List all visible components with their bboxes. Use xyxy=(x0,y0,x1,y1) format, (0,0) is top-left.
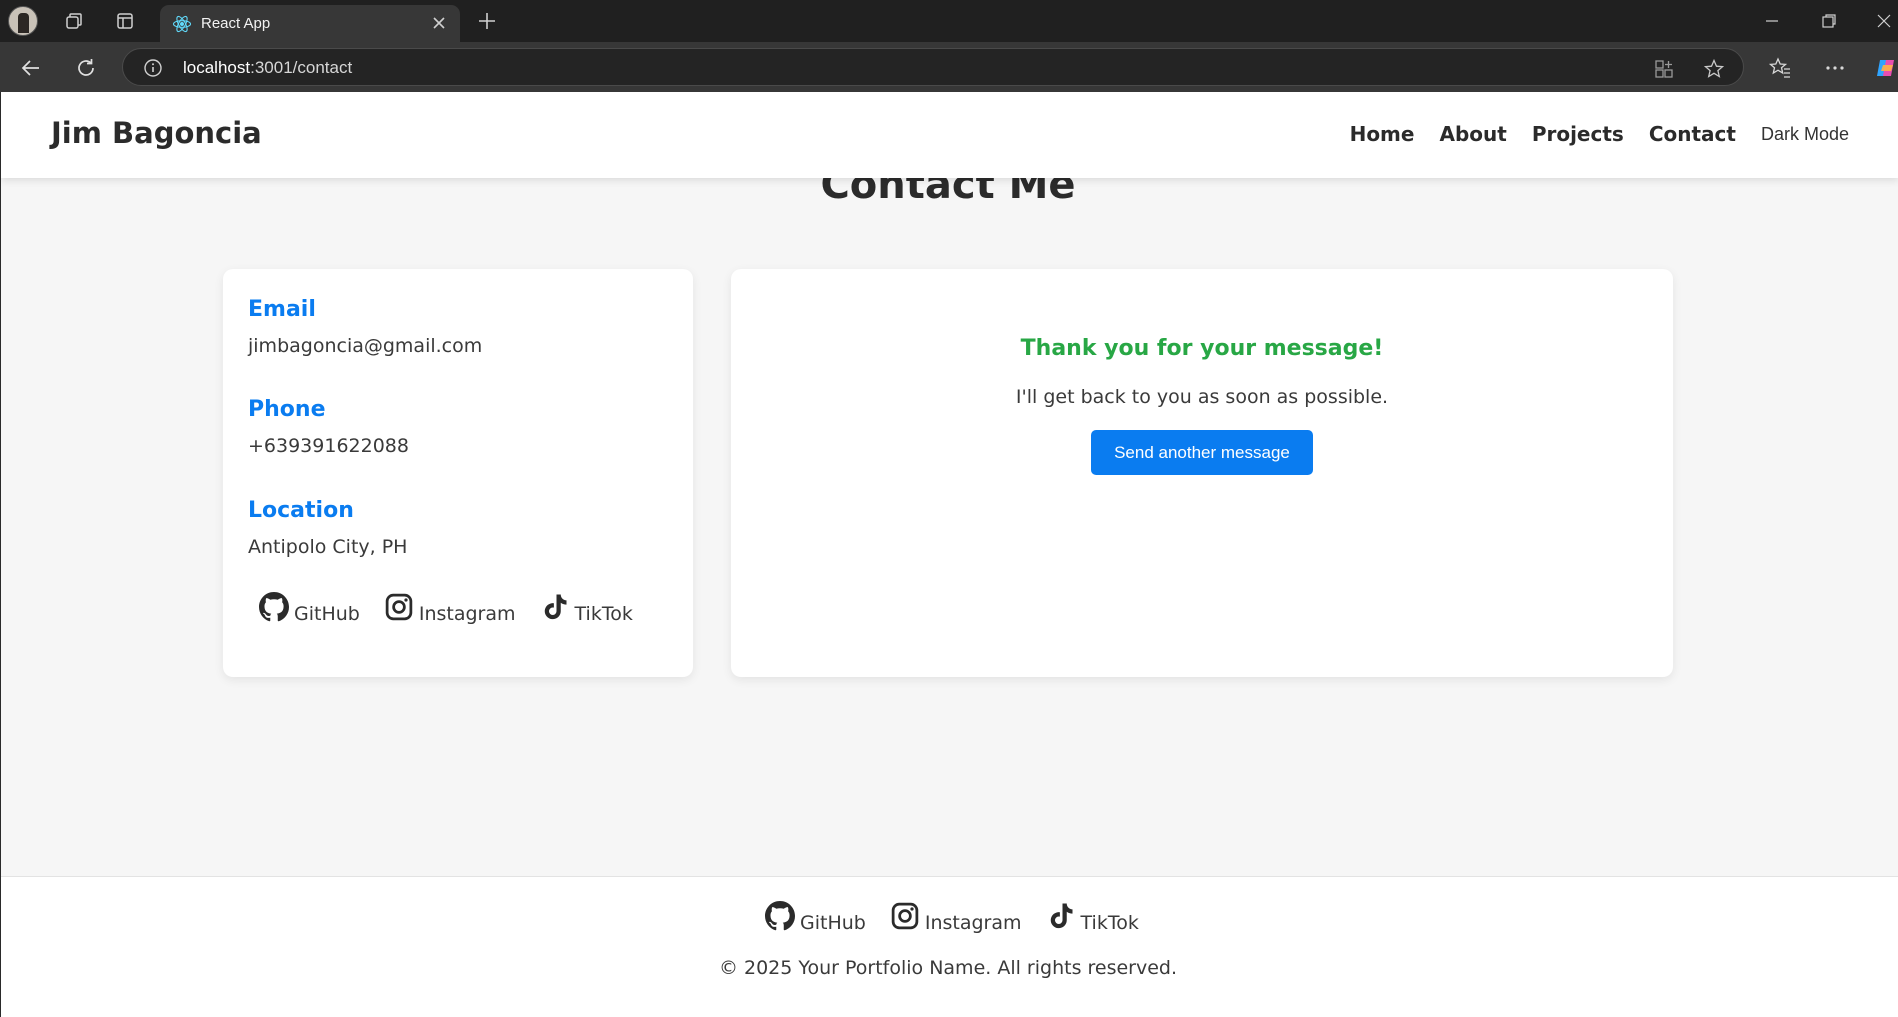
nav-links: Home About Projects Contact Dark Mode xyxy=(1325,122,1849,146)
new-tab-icon[interactable] xyxy=(474,8,500,34)
favorite-star-icon[interactable] xyxy=(1703,58,1725,80)
location-value: Antipolo City, PH xyxy=(248,536,408,558)
site-footer: GitHub Instagram TikTok © 2025 Your Port… xyxy=(1,876,1898,1017)
github-icon xyxy=(259,592,289,622)
favorites-icon[interactable] xyxy=(1768,56,1792,80)
instagram-label: Instagram xyxy=(418,603,516,625)
url-text: localhost:3001/contact xyxy=(183,58,353,77)
tab-title: React App xyxy=(201,15,271,32)
email-block: Email jimbagoncia@gmail.com xyxy=(248,297,482,357)
github-link[interactable]: GitHub xyxy=(259,592,360,625)
tab-actions-icon[interactable] xyxy=(111,7,139,35)
footer-github-link[interactable]: GitHub xyxy=(765,901,866,934)
minimize-icon[interactable] xyxy=(1762,11,1782,31)
site-info-icon[interactable] xyxy=(143,58,163,78)
refresh-icon[interactable] xyxy=(73,55,99,81)
workspaces-icon[interactable] xyxy=(60,7,88,35)
thanks-heading: Thank you for your message! xyxy=(1020,336,1384,361)
phone-block: Phone +639391622088 xyxy=(248,397,409,457)
copilot-icon[interactable] xyxy=(1874,56,1898,80)
profile-avatar[interactable] xyxy=(8,6,38,36)
footer-tiktok-link[interactable]: TikTok xyxy=(1046,901,1139,934)
location-block: Location Antipolo City, PH xyxy=(248,498,407,558)
footer-instagram-link[interactable]: Instagram xyxy=(890,901,1022,934)
email-heading: Email xyxy=(248,297,316,322)
contact-social-links: GitHub Instagram TikTok xyxy=(259,592,633,625)
restore-icon[interactable] xyxy=(1819,11,1839,31)
footer-tiktok-label: TikTok xyxy=(1080,912,1139,934)
browser-tab-strip: React App xyxy=(0,0,1898,42)
nav-link-projects[interactable]: Projects xyxy=(1532,122,1624,146)
copyright-text: © 2025 Your Portfolio Name. All rights r… xyxy=(718,957,1178,979)
tiktok-link[interactable]: TikTok xyxy=(540,592,633,625)
close-window-icon[interactable] xyxy=(1874,11,1894,31)
tiktok-label: TikTok xyxy=(574,603,633,625)
tiktok-icon xyxy=(1050,903,1073,929)
site-brand[interactable]: Jim Bagoncia xyxy=(51,116,262,150)
address-bar-row: localhost:3001/contact xyxy=(0,42,1898,92)
active-tab[interactable]: React App xyxy=(160,5,460,42)
page-viewport: Contact Me Jim Bagoncia Home About Proje… xyxy=(0,92,1898,1017)
site-navbar: Jim Bagoncia Home About Projects Contact… xyxy=(1,92,1898,178)
github-label: GitHub xyxy=(294,603,360,625)
phone-heading: Phone xyxy=(248,397,326,422)
react-favicon-icon xyxy=(172,15,192,33)
instagram-link[interactable]: Instagram xyxy=(384,592,516,625)
url-input[interactable]: localhost:3001/contact xyxy=(122,48,1744,86)
instagram-icon xyxy=(385,593,413,621)
instagram-icon xyxy=(891,902,919,930)
footer-github-label: GitHub xyxy=(800,912,866,934)
send-another-message-button[interactable]: Send another message xyxy=(1091,430,1313,475)
phone-value: +639391622088 xyxy=(248,435,409,457)
back-icon[interactable] xyxy=(18,55,44,81)
more-options-icon[interactable] xyxy=(1823,56,1847,80)
close-tab-icon[interactable] xyxy=(430,14,448,32)
nav-link-contact[interactable]: Contact xyxy=(1649,122,1736,146)
nav-link-about[interactable]: About xyxy=(1439,122,1506,146)
contact-info-card: Email jimbagoncia@gmail.com Phone +63939… xyxy=(223,269,693,677)
tiktok-icon xyxy=(544,594,567,620)
app-available-icon[interactable] xyxy=(1653,58,1675,80)
footer-instagram-label: Instagram xyxy=(924,912,1022,934)
message-card: Thank you for your message! I'll get bac… xyxy=(731,269,1673,677)
email-value: jimbagoncia@gmail.com xyxy=(248,335,483,357)
nav-link-home[interactable]: Home xyxy=(1350,122,1415,146)
thanks-text: I'll get back to you as soon as possible… xyxy=(1015,386,1389,408)
github-icon xyxy=(765,901,795,931)
location-heading: Location xyxy=(248,498,354,523)
dark-mode-toggle[interactable]: Dark Mode xyxy=(1761,124,1849,145)
footer-social-links: GitHub Instagram TikTok xyxy=(765,901,1139,934)
